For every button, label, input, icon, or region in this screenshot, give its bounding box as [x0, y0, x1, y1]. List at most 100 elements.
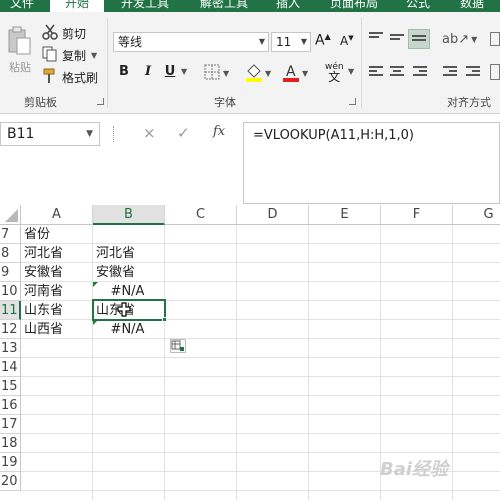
cell-a9[interactable]: 安徽省: [24, 263, 92, 282]
ribbon-tab-bar: 文件 开始 开发工具 解密工具 插入 页面布局 公式 数据: [0, 0, 500, 12]
font-size-select[interactable]: 11 ▼: [271, 32, 311, 52]
row-header-8[interactable]: 8: [0, 244, 21, 263]
chevron-down-icon: ▼: [302, 69, 309, 78]
copy-dropdown-icon[interactable]: ▼: [91, 51, 97, 60]
bold-button[interactable]: B: [116, 64, 132, 79]
insert-function-button[interactable]: fx: [213, 124, 225, 139]
select-all-corner[interactable]: [0, 205, 21, 225]
font-dialog-launcher[interactable]: [349, 98, 356, 105]
font-name-value: 等线: [118, 35, 143, 49]
align-top-button[interactable]: [369, 32, 383, 44]
tab-file[interactable]: 文件: [0, 0, 44, 12]
tab-data[interactable]: 数据: [452, 0, 492, 12]
font-shrink-icon: A▼: [340, 34, 354, 48]
italic-button[interactable]: I: [140, 64, 156, 79]
row-header-9[interactable]: 9: [0, 263, 21, 282]
column-header-a[interactable]: A: [21, 205, 93, 225]
align-left-button[interactable]: [369, 66, 383, 78]
column-header-g[interactable]: G: [453, 205, 500, 225]
column-header-b[interactable]: B: [93, 205, 165, 225]
wrap-text-button[interactable]: [490, 32, 500, 46]
auto-fill-options-icon: [171, 340, 184, 351]
increase-indent-button[interactable]: [466, 66, 480, 78]
row-header-12[interactable]: 12: [0, 320, 21, 339]
error-indicator-icon[interactable]: [93, 282, 98, 287]
cut-button[interactable]: 剪切: [42, 24, 86, 42]
align-right-button[interactable]: [413, 66, 427, 78]
gridline: [21, 243, 500, 244]
phonetic-icon: 文: [328, 70, 341, 84]
column-header-f[interactable]: F: [381, 205, 453, 225]
cancel-icon[interactable]: ×: [143, 124, 156, 142]
clipboard-group-label: 剪贴板: [24, 96, 57, 109]
paste-icon: [7, 26, 33, 59]
tab-home[interactable]: 开始: [50, 0, 104, 12]
svg-text:A: A: [286, 64, 296, 80]
gridline: [21, 376, 500, 377]
row-header-20[interactable]: 20: [0, 472, 21, 491]
paint-bucket-icon: [245, 62, 263, 85]
cell-a8[interactable]: 河北省: [24, 244, 92, 263]
cell-b8[interactable]: 河北省: [96, 244, 164, 263]
chevron-down-icon: ▼: [265, 69, 272, 78]
fill-color-button[interactable]: ▼: [245, 62, 271, 85]
merge-center-button[interactable]: [490, 64, 500, 80]
decrease-indent-button[interactable]: [443, 66, 457, 78]
underline-dropdown-icon[interactable]: ▼: [181, 67, 187, 76]
cell-a11[interactable]: 山东省: [24, 301, 92, 320]
cell-b9[interactable]: 安徽省: [96, 263, 164, 282]
chevron-down-icon: ▼: [471, 35, 478, 44]
tab-page-layout[interactable]: 页面布局: [322, 0, 386, 12]
group-separator: [361, 18, 362, 108]
enter-icon[interactable]: ✓: [177, 124, 190, 142]
paste-button[interactable]: 粘贴: [4, 26, 36, 76]
scissors-icon: [42, 24, 58, 43]
borders-button[interactable]: ▼: [204, 64, 229, 83]
fill-handle[interactable]: [162, 317, 167, 322]
cell-a7[interactable]: 省份: [24, 225, 92, 244]
increase-font-size-button[interactable]: A▲: [315, 32, 331, 49]
cell-a10[interactable]: 河南省: [24, 282, 92, 301]
align-middle-button[interactable]: [390, 34, 404, 46]
row-header-10[interactable]: 10: [0, 282, 21, 301]
orientation-button[interactable]: ab↗ ▼: [442, 32, 477, 47]
tab-insert[interactable]: 插入: [268, 0, 308, 12]
align-center-button[interactable]: [390, 66, 404, 78]
row-header-19[interactable]: 19: [0, 453, 21, 472]
formula-bar-grip[interactable]: [113, 126, 115, 142]
row-header-13[interactable]: 13: [0, 339, 21, 358]
copy-button[interactable]: 复制 ▼: [42, 46, 97, 64]
row-header-17[interactable]: 17: [0, 415, 21, 434]
formula-bar: B11 ▼ × ✓ fx =VLOOKUP(A11,H:H,1,0): [0, 114, 500, 210]
tab-decrypt-tools[interactable]: 解密工具: [192, 0, 256, 12]
phonetic-guide-button[interactable]: wén 文: [325, 62, 344, 84]
name-box[interactable]: B11 ▼: [0, 122, 100, 146]
column-header-e[interactable]: E: [309, 205, 381, 225]
column-header-d[interactable]: D: [237, 205, 309, 225]
decrease-font-size-button[interactable]: A▼: [340, 34, 354, 48]
font-group-label: 字体: [214, 96, 236, 109]
phonetic-dropdown-icon[interactable]: ▼: [348, 67, 354, 76]
row-header-14[interactable]: 14: [0, 358, 21, 377]
format-painter-button[interactable]: 格式刷: [42, 68, 98, 86]
auto-fill-options-button[interactable]: [170, 339, 186, 353]
row-header-7[interactable]: 7: [0, 225, 21, 244]
cell-a12[interactable]: 山西省: [24, 320, 92, 339]
clipboard-dialog-launcher[interactable]: [97, 98, 104, 105]
tab-formulas[interactable]: 公式: [398, 0, 438, 12]
row-header-16[interactable]: 16: [0, 396, 21, 415]
gridline: [21, 452, 500, 453]
row-header-11[interactable]: 11: [0, 301, 21, 320]
column-header-c[interactable]: C: [165, 205, 237, 225]
tab-developer[interactable]: 开发工具: [113, 0, 177, 12]
row-header-18[interactable]: 18: [0, 434, 21, 453]
gridline: [92, 225, 93, 500]
align-bottom-button[interactable]: [408, 29, 430, 49]
font-color-button[interactable]: A ▼: [282, 62, 308, 85]
font-name-select[interactable]: 等线 ▼: [113, 32, 269, 52]
row-header-15[interactable]: 15: [0, 377, 21, 396]
underline-button[interactable]: U: [162, 64, 178, 79]
formula-input[interactable]: =VLOOKUP(A11,H:H,1,0): [243, 122, 500, 204]
cell-b12[interactable]: #N/A: [93, 320, 162, 339]
align-bottom-icon: [412, 35, 426, 47]
